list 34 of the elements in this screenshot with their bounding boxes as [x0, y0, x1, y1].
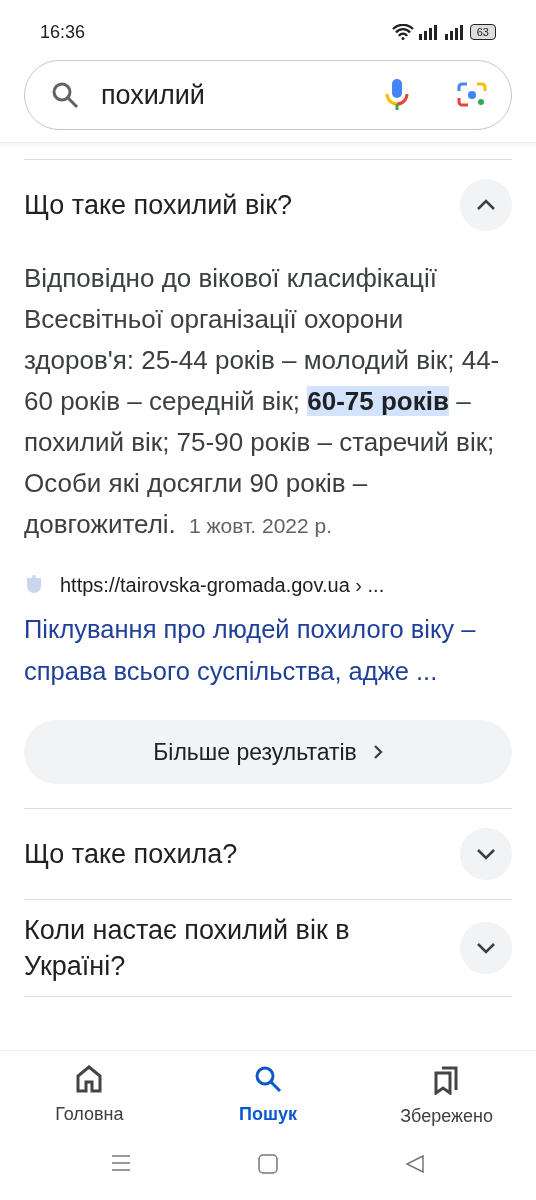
microphone-icon[interactable]	[385, 78, 409, 112]
nav-tab[interactable]: Збережено	[376, 1051, 517, 1130]
question-title[interactable]: Коли настає похилий вік в Україні?	[24, 912, 444, 984]
question-title[interactable]: Що таке похилий вік?	[24, 187, 293, 223]
expand-button[interactable]	[460, 828, 512, 880]
answer-text: Відповідно до вікової класифікації Всесвітньої організації охорони здоров'я: 25-44 років – молодий вік; 44-60 років – середній вік; 60-75 років – похилий вік; 75-90 років – старечий вік; Особи які досягли 90 років – довгожителі. 1 жовт. 2022 р.	[24, 262, 501, 541]
chevron-down-icon	[476, 848, 496, 860]
nav-tab[interactable]: Головна	[19, 1051, 160, 1130]
battery-level: 63	[469, 24, 496, 40]
chevron-up-icon	[476, 199, 496, 211]
wifi-icon	[391, 24, 414, 40]
chevron-right-icon	[372, 744, 383, 760]
camera-icon[interactable]	[457, 81, 487, 109]
expand-button[interactable]	[460, 179, 512, 231]
signal-icon	[443, 24, 466, 40]
nav-tab[interactable]: Пошук	[198, 1051, 338, 1130]
menu-icon[interactable]	[111, 1154, 132, 1172]
search-icon	[254, 1065, 282, 1093]
square-icon[interactable]	[258, 1154, 278, 1174]
home-icon	[75, 1065, 104, 1093]
back-icon[interactable]	[404, 1154, 425, 1174]
query-text: похилий	[101, 78, 206, 112]
question-title[interactable]: Що таке похила?	[24, 836, 238, 872]
chevron-down-icon	[476, 942, 496, 954]
site-icon	[24, 574, 44, 596]
status-time: 16:36	[40, 20, 86, 44]
expand-button[interactable]	[460, 922, 512, 974]
source-url: https://tairovska-gromada.gov.ua › ...	[60, 573, 385, 598]
search-icon	[51, 81, 79, 109]
more-results-button[interactable]: Більше результатів	[24, 720, 512, 784]
result-link[interactable]: Піклування про людей похилого віку – справа всього суспільства, адже ...	[24, 608, 512, 692]
signal-icon	[417, 24, 440, 40]
answer-date: 1 жовт. 2022 р.	[189, 514, 333, 537]
bookmarks-icon	[432, 1065, 461, 1095]
